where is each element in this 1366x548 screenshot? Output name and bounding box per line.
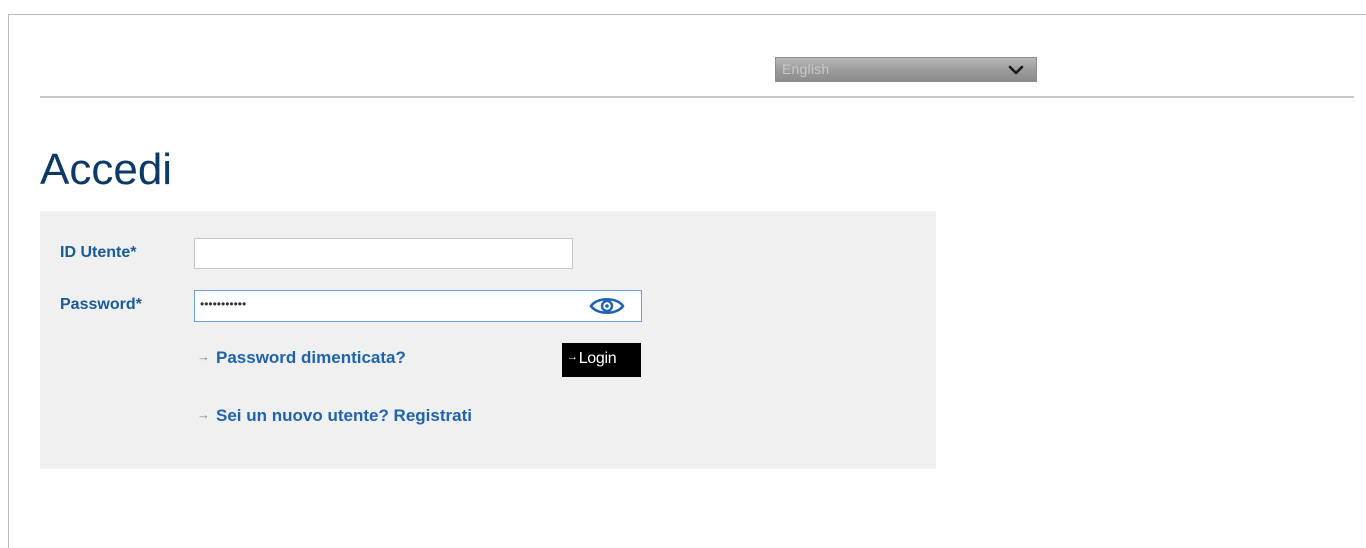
eye-icon[interactable] <box>589 296 625 316</box>
user-id-label: ID Utente* <box>60 244 137 261</box>
language-select[interactable]: English <box>775 57 1037 82</box>
arrow-right-icon: → <box>197 349 210 364</box>
arrow-right-icon: → <box>567 351 578 363</box>
password-label: Password* <box>60 296 142 313</box>
register-link[interactable]: → Sei un nuovo utente? Registrati <box>197 406 472 426</box>
header-divider <box>40 96 1354 98</box>
arrow-right-icon: → <box>197 407 210 422</box>
login-button-label: Login <box>578 350 617 367</box>
login-panel: ID Utente* Password* ••••••••••• → Passwo… <box>40 211 936 469</box>
password-field[interactable]: ••••••••••• <box>194 290 642 322</box>
forgot-password-link[interactable]: → Password dimenticata? <box>197 348 406 368</box>
language-select-value: English <box>782 61 830 77</box>
user-id-input[interactable] <box>194 238 573 269</box>
page-title: Accedi <box>40 145 173 194</box>
forgot-password-text: Password dimenticata? <box>216 348 406 367</box>
login-button[interactable]: →Login <box>562 343 641 377</box>
register-text: Sei un nuovo utente? Registrati <box>216 406 472 425</box>
chevron-down-icon <box>1008 65 1024 75</box>
password-value: ••••••••••• <box>200 297 247 311</box>
